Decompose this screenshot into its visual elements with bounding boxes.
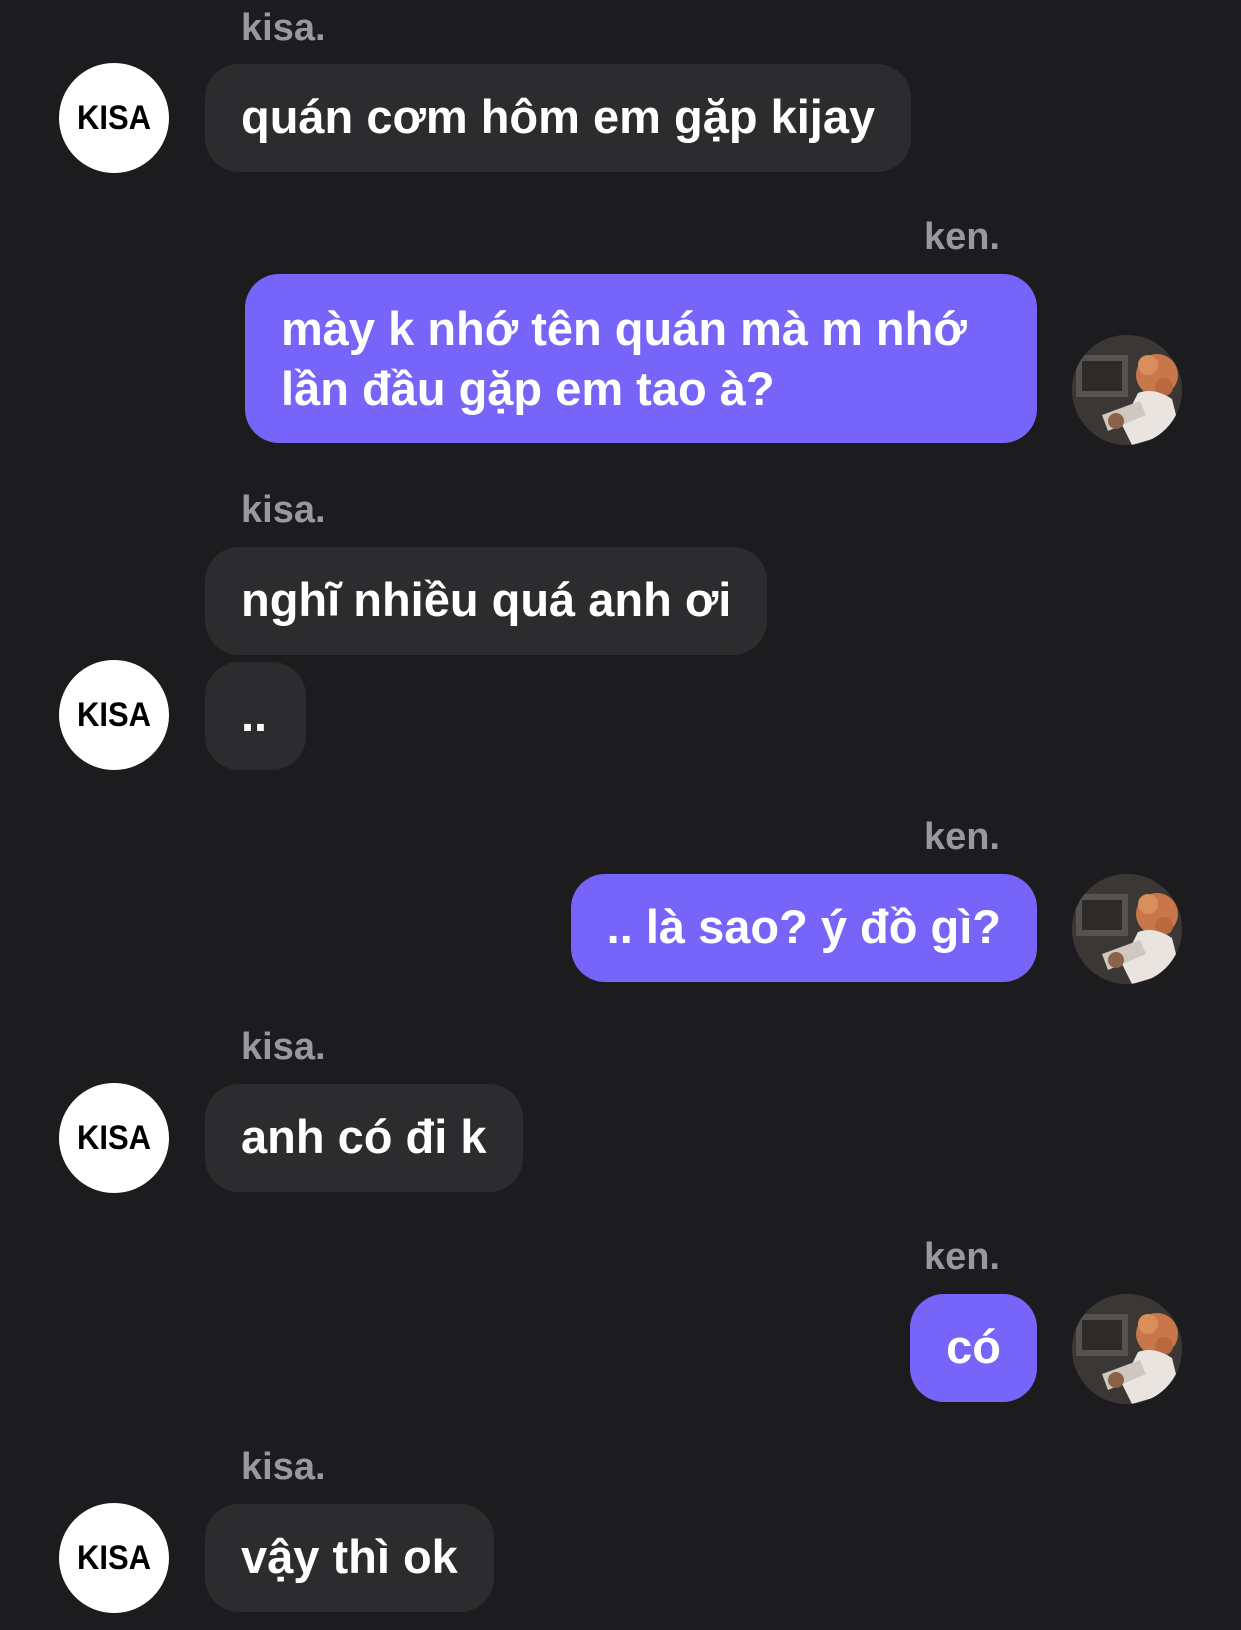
message-bubble[interactable]: .. là sao? ý đồ gì?: [570, 874, 1037, 982]
sender-name-ken: ken.: [923, 816, 1000, 858]
ken-avatar[interactable]: [1072, 335, 1182, 445]
ken-avatar[interactable]: [1072, 1294, 1182, 1404]
kisa-avatar[interactable]: KISA: [59, 660, 169, 770]
message-bubble[interactable]: nghĩ nhiều quá anh ơi: [205, 547, 768, 655]
sender-name-kisa: kisa.: [241, 7, 326, 49]
message-bubble[interactable]: quán cơm hôm em gặp kijay: [205, 64, 912, 172]
sender-name-ken: ken.: [923, 1236, 1000, 1278]
sender-name-kisa: kisa.: [241, 1026, 326, 1068]
message-bubble[interactable]: có: [910, 1294, 1037, 1402]
svg-text:KISA: KISA: [77, 99, 151, 137]
svg-text:KISA: KISA: [77, 1539, 151, 1577]
message-bubble[interactable]: ..: [205, 662, 306, 770]
ken-avatar[interactable]: [1072, 874, 1182, 984]
kisa-logo-icon: KISA: [77, 1119, 151, 1157]
ken-photo-icon: [1072, 874, 1182, 984]
kisa-logo-icon: KISA: [77, 99, 151, 137]
svg-text:KISA: KISA: [77, 1119, 151, 1157]
kisa-avatar[interactable]: KISA: [59, 63, 169, 173]
kisa-avatar[interactable]: KISA: [59, 1503, 169, 1613]
kisa-avatar[interactable]: KISA: [59, 1083, 169, 1193]
sender-name-kisa: kisa.: [241, 1446, 326, 1488]
message-bubble[interactable]: anh có đi k: [205, 1084, 523, 1192]
svg-text:KISA: KISA: [77, 696, 151, 734]
message-bubble[interactable]: vậy thì ok: [205, 1504, 494, 1612]
sender-name-kisa: kisa.: [241, 489, 326, 531]
kisa-logo-icon: KISA: [77, 1539, 151, 1577]
message-bubble[interactable]: mày k nhớ tên quán mà m nhớ lần đầu gặp …: [245, 274, 1037, 443]
sender-name-ken: ken.: [923, 216, 1000, 258]
ken-photo-icon: [1072, 1294, 1182, 1404]
kisa-logo-icon: KISA: [77, 696, 151, 734]
ken-photo-icon: [1072, 335, 1182, 445]
